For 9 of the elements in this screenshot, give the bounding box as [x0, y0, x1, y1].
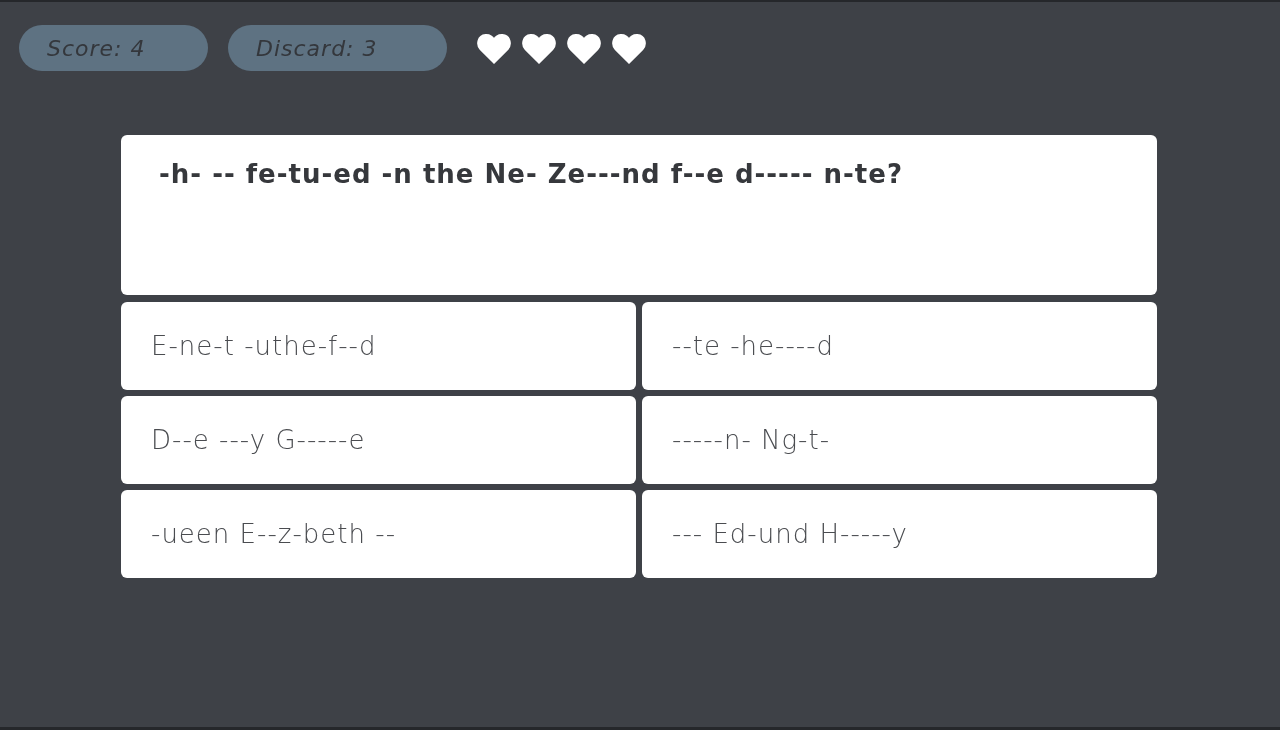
answer-button[interactable]: --- Ed-und H-----y: [642, 490, 1157, 578]
answer-button[interactable]: D--e ---y G-----e: [121, 396, 636, 484]
discard-badge: Discard: 3: [228, 25, 447, 71]
question-text: -h- -- fe-tu-ed -n the Ne- Ze---nd f--e d----- n-te?: [159, 159, 903, 189]
answer-button[interactable]: --te -he----d: [642, 302, 1157, 390]
score-badge: Score: 4: [19, 25, 208, 71]
answer-button[interactable]: -ueen E--z-beth --: [121, 490, 636, 578]
answer-button[interactable]: E-ne-t -uthe-f--d: [121, 302, 636, 390]
answer-button[interactable]: -----n- Ng-t-: [642, 396, 1157, 484]
